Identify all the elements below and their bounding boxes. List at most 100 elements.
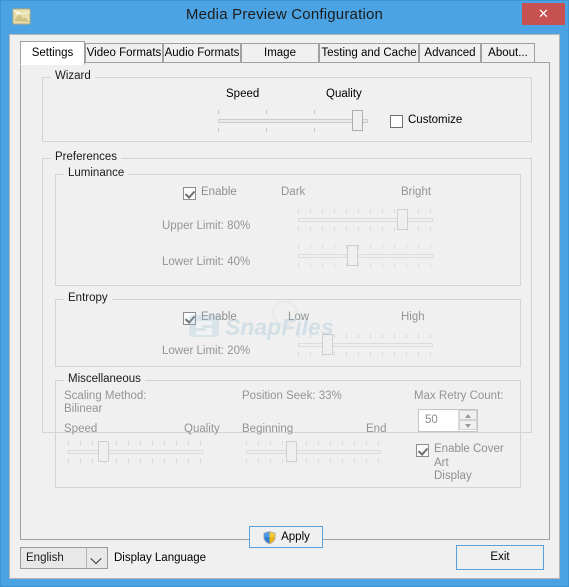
luminance-upper-slider[interactable] <box>298 209 433 231</box>
wizard-group: Wizard Speed Quality Customize <box>42 70 532 142</box>
slider-ticks-top <box>298 245 433 249</box>
luminance-bright-label: Bright <box>401 186 432 198</box>
luminance-group-label: Luminance <box>64 167 129 179</box>
slider-ticks-top <box>246 441 381 445</box>
apply-button-label: Apply <box>281 531 310 543</box>
wizard-speed-label: Speed <box>226 88 260 100</box>
slider-track <box>298 254 433 258</box>
settings-tab-panel: Wizard Speed Quality Customize Preferenc… <box>20 62 550 548</box>
entropy-group: Entropy Enable Low High Lower Limit: 20% <box>55 292 521 367</box>
miscellaneous-group-label: Miscellaneous <box>64 373 145 385</box>
slider-track <box>246 450 381 454</box>
wizard-group-label: Wizard <box>51 70 95 82</box>
apply-button[interactable]: Apply <box>249 526 323 548</box>
luminance-enable-label: Enable <box>201 186 237 198</box>
cover-art-label-line1: Enable Cover Art <box>434 443 504 469</box>
position-seek-label: Position Seek: 33% <box>242 390 342 402</box>
wizard-slider[interactable] <box>218 110 368 132</box>
uac-shield-icon <box>262 530 277 545</box>
position-end-label: End <box>366 423 387 435</box>
luminance-enable-checkbox[interactable]: Enable <box>183 186 237 200</box>
scaling-method-slider-thumb[interactable] <box>98 441 109 462</box>
slider-track <box>68 450 203 454</box>
max-retry-count-label: Max Retry Count: <box>414 390 504 402</box>
stepper-buttons <box>458 410 477 431</box>
window-title: Media Preview Configuration <box>185 6 384 23</box>
tab-label: Video Formats <box>86 47 162 59</box>
cover-art-label-line2: Display <box>434 470 472 482</box>
display-language-caption: Display Language <box>114 552 207 564</box>
scaling-method-slider[interactable] <box>68 441 203 463</box>
enable-cover-art-label: Enable Cover Art Display <box>434 443 520 484</box>
slider-ticks-bottom <box>298 263 433 267</box>
tab-label: Settings <box>31 47 74 59</box>
position-seek-slider-thumb[interactable] <box>286 441 297 462</box>
position-beginning-label: Beginning <box>242 423 294 435</box>
customize-checkbox[interactable]: Customize <box>390 114 462 128</box>
checkbox-box <box>183 187 196 200</box>
entropy-enable-checkbox[interactable]: Enable <box>183 311 237 325</box>
luminance-lower-limit-label: Lower Limit: 40% <box>162 256 251 268</box>
client-area: Settings Video Formats Audio Formats Ima… <box>9 34 560 579</box>
slider-ticks-top <box>298 334 433 338</box>
stepper-down-icon[interactable] <box>459 420 477 430</box>
checkbox-box <box>390 115 403 128</box>
preferences-group-label: Preferences <box>51 151 122 163</box>
tab-label: Advanced <box>424 47 476 59</box>
max-retry-count-value: 50 <box>425 414 438 426</box>
checkbox-box <box>416 444 429 457</box>
tab-label: Audio Formats <box>164 47 240 59</box>
display-language-value: English <box>26 552 64 564</box>
wizard-slider-thumb[interactable] <box>352 110 363 131</box>
tab-label: About... <box>488 47 528 59</box>
scaling-method-label: Scaling Method: <box>64 390 147 402</box>
application-window: Media Preview Configuration ✕ Settings V… <box>0 0 569 587</box>
display-language-select[interactable]: English <box>20 547 108 569</box>
tab-advanced[interactable]: Advanced <box>419 43 481 63</box>
exit-button[interactable]: Exit <box>456 545 544 570</box>
slider-ticks-top <box>68 441 203 445</box>
title-bar: Media Preview Configuration ✕ <box>1 1 568 32</box>
exit-button-label: Exit <box>490 551 510 563</box>
slider-ticks-bottom <box>68 459 203 463</box>
max-retry-count-stepper[interactable]: 50 <box>418 409 478 432</box>
luminance-lower-slider-thumb[interactable] <box>347 245 358 266</box>
close-icon: ✕ <box>538 6 549 21</box>
miscellaneous-group: Miscellaneous Scaling Method: Bilinear S… <box>55 373 521 488</box>
entropy-enable-label: Enable <box>201 311 237 323</box>
scaling-speed-label: Speed <box>64 423 98 435</box>
customize-label: Customize <box>408 114 463 126</box>
tab-audio-formats[interactable]: Audio Formats <box>163 43 241 63</box>
entropy-low-label: Low <box>288 311 310 323</box>
luminance-upper-slider-thumb[interactable] <box>397 209 408 230</box>
scaling-quality-label: Quality <box>184 423 220 435</box>
stepper-up-icon[interactable] <box>459 410 477 420</box>
wizard-slider-ticks-bottom <box>218 128 368 132</box>
entropy-group-label: Entropy <box>64 292 112 304</box>
position-seek-slider[interactable] <box>246 441 381 463</box>
luminance-group: Luminance Enable Dark Bright Upper Limit… <box>55 167 521 286</box>
entropy-lower-slider-thumb[interactable] <box>322 334 333 355</box>
slider-ticks-bottom <box>298 352 433 356</box>
wizard-slider-ticks-top <box>218 110 368 114</box>
luminance-dark-label: Dark <box>281 186 306 198</box>
slider-ticks-top <box>298 209 433 213</box>
entropy-lower-slider[interactable] <box>298 334 433 356</box>
preferences-group: Preferences Luminance Enable Dark Bright… <box>42 151 532 488</box>
luminance-upper-limit-label: Upper Limit: 80% <box>162 220 251 232</box>
tab-testing-and-cache[interactable]: Testing and Cache <box>319 43 419 63</box>
tab-image-formats[interactable]: Image Formats <box>241 43 319 78</box>
wizard-quality-label: Quality <box>326 88 362 100</box>
checkbox-box <box>183 312 196 325</box>
close-button[interactable]: ✕ <box>522 3 565 25</box>
slider-track <box>298 218 433 222</box>
luminance-lower-slider[interactable] <box>298 245 433 267</box>
scaling-method-value: Bilinear <box>64 403 103 415</box>
tab-settings[interactable]: Settings <box>20 41 85 65</box>
tab-about[interactable]: About... <box>481 43 535 63</box>
slider-ticks-bottom <box>246 459 381 463</box>
enable-cover-art-checkbox[interactable]: Enable Cover Art Display <box>416 443 520 484</box>
tab-video-formats[interactable]: Video Formats <box>85 43 163 63</box>
tab-label: Testing and Cache <box>321 47 417 59</box>
chevron-down-icon[interactable] <box>86 548 107 568</box>
